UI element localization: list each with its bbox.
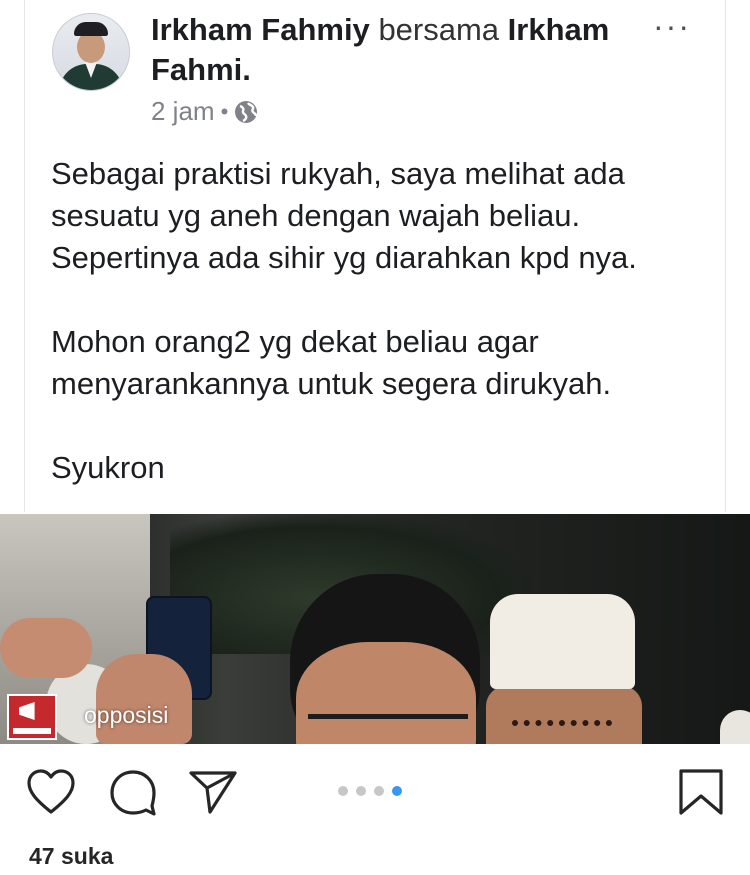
post-photo[interactable]: opposisi [0, 514, 750, 744]
carousel-dot [374, 786, 384, 796]
post-line: Sebagai praktisi rukyah, saya melihat ad… [51, 156, 625, 191]
post-body: Sebagai praktisi rukyah, saya melihat ad… [51, 153, 711, 489]
post-closing: Syukron [51, 450, 165, 485]
post-line: menyarankannya untuk segera dirukyah. [51, 366, 612, 401]
author-name[interactable]: Irkham Fahmiy [151, 12, 370, 47]
carousel-dot [356, 786, 366, 796]
with-word: bersama [378, 12, 500, 47]
comment-icon[interactable] [108, 768, 158, 816]
action-bar [0, 744, 750, 844]
facebook-post-card: Irkham Fahmiy bersama Irkham Fahmi. ··· … [24, 0, 726, 512]
post-line: Mohon orang2 yg dekat beliau agar [51, 324, 539, 359]
post-meta: 2 jam • [151, 96, 258, 127]
post-line: Sepertinya ada sihir yg diarahkan kpd ny… [51, 240, 637, 275]
meta-separator: • [220, 98, 229, 124]
ellipsis-icon[interactable]: ··· [653, 10, 691, 42]
heart-icon[interactable] [26, 768, 76, 816]
globe-icon [235, 100, 258, 123]
like-count[interactable]: 47 suka [29, 843, 113, 870]
save-icon[interactable] [676, 768, 726, 816]
carousel-dot-active [392, 786, 402, 796]
carousel-dot [338, 786, 348, 796]
opposisi-logo [7, 694, 57, 740]
carousel-indicator [338, 786, 402, 796]
watermark-text: opposisi [84, 702, 169, 728]
share-icon[interactable] [188, 768, 238, 816]
post-header: Irkham Fahmiy bersama Irkham Fahmi. [151, 10, 651, 90]
author-avatar[interactable] [52, 13, 130, 91]
post-time[interactable]: 2 jam [151, 96, 215, 127]
post-line: sesuatu yg aneh dengan wajah beliau. [51, 198, 581, 233]
